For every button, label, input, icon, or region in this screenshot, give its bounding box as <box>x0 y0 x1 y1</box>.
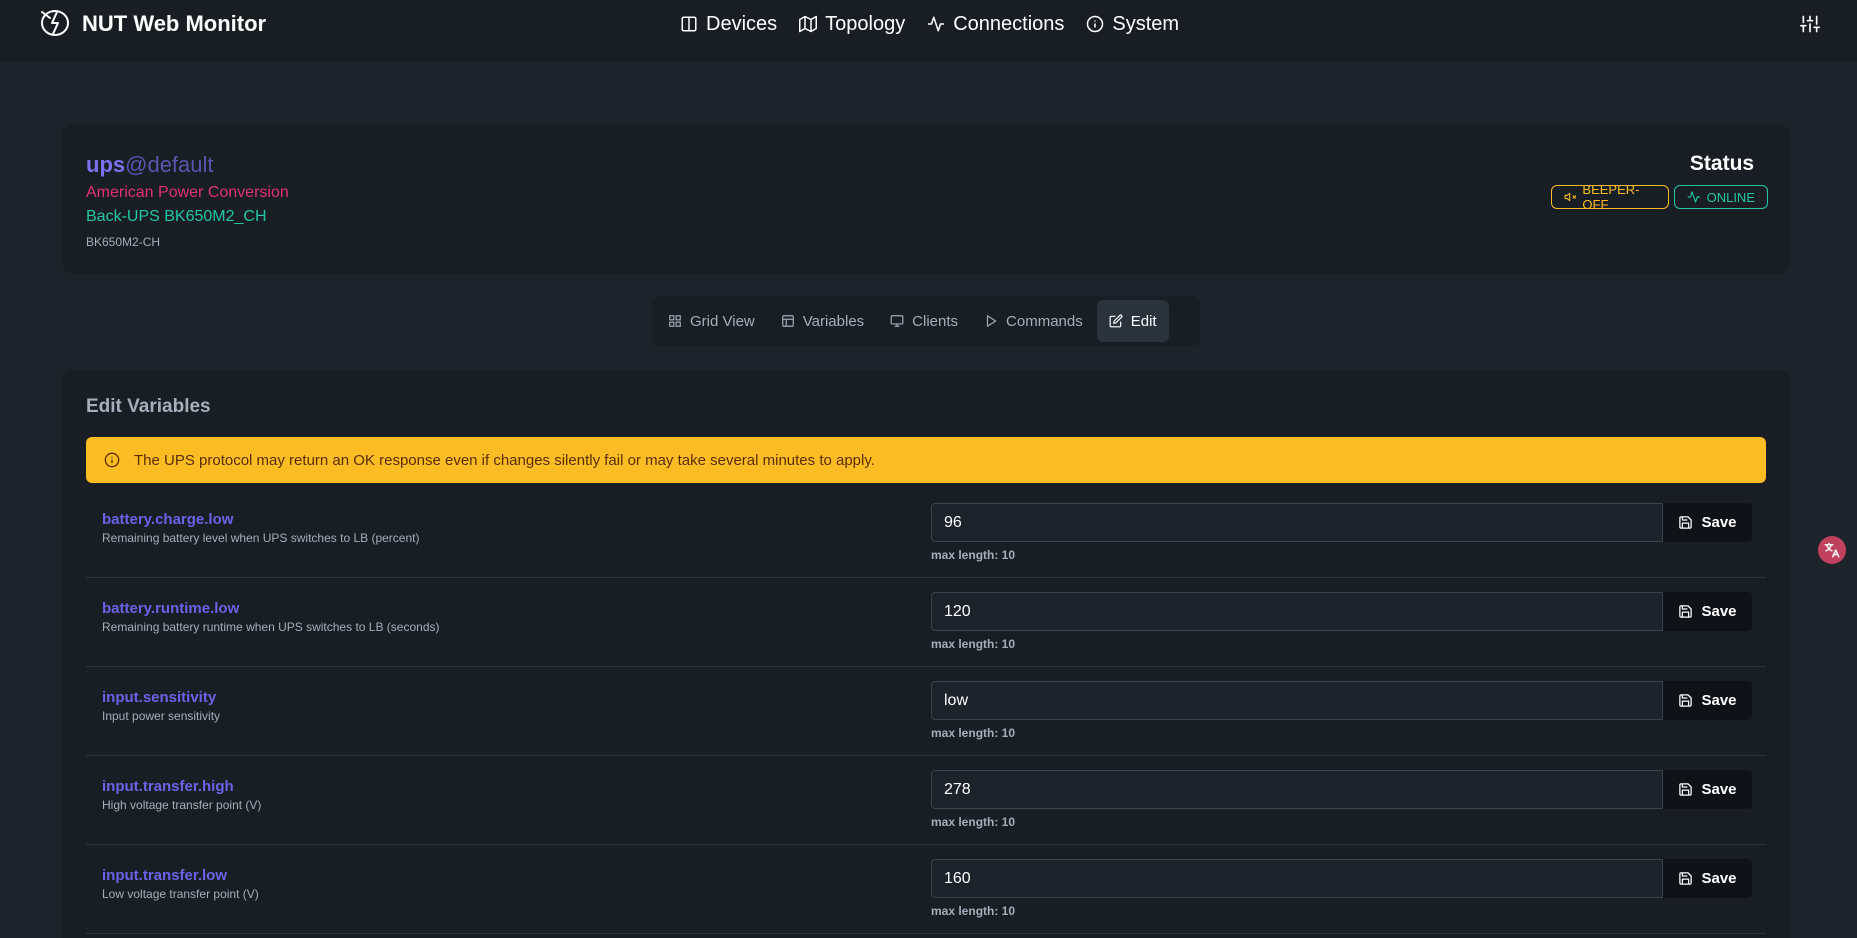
variable-max-length: max length: 10 <box>931 726 1016 740</box>
nav-system[interactable]: System <box>1086 13 1179 36</box>
status-badge-beeper: BEEPER-OFF <box>1551 182 1669 212</box>
variable-description: Remaining battery runtime when UPS switc… <box>102 620 440 634</box>
info-icon <box>104 452 120 468</box>
tab-variables-label: Variables <box>802 312 865 330</box>
activity-icon <box>1687 191 1701 203</box>
variable-row: battery.charge.low Remaining battery lev… <box>86 489 1766 578</box>
tab-clients[interactable]: Clients <box>878 300 970 342</box>
variable-value-input[interactable] <box>931 592 1663 631</box>
edit-icon <box>1109 314 1123 328</box>
navbar: NUT Web Monitor Devices Topology Connect… <box>0 0 1857 61</box>
nav-topology-label: Topology <box>825 12 906 35</box>
variable-row: input.transfer.low Low voltage transfer … <box>86 845 1766 934</box>
table-icon <box>781 315 794 327</box>
variable-value-input[interactable] <box>931 770 1663 809</box>
nav-topology[interactable]: Topology <box>799 13 905 36</box>
variable-name: input.transfer.low <box>102 867 228 884</box>
save-icon <box>1679 872 1693 885</box>
map-icon <box>799 15 818 33</box>
variable-name: input.sensitivity <box>102 689 217 706</box>
variable-max-length: max length: 10 <box>931 904 1016 918</box>
warning-alert: The UPS protocol may return an OK respon… <box>86 437 1766 483</box>
variable-name: battery.charge.low <box>102 511 234 528</box>
variable-value-input[interactable] <box>931 503 1663 542</box>
variable-description: Input power sensitivity <box>102 709 221 723</box>
save-button[interactable]: Save <box>1663 681 1752 720</box>
save-icon <box>1679 694 1693 707</box>
translate-button[interactable] <box>1818 536 1846 564</box>
activity-icon <box>927 16 945 32</box>
save-button[interactable]: Save <box>1663 770 1752 809</box>
columns-icon <box>681 16 697 32</box>
tab-variables[interactable]: Variables <box>769 300 876 342</box>
variable-value-input[interactable] <box>931 681 1663 720</box>
tab-commands[interactable]: Commands <box>972 300 1095 342</box>
edit-title: Edit Variables <box>86 396 211 417</box>
variable-row: battery.runtime.low Remaining battery ru… <box>86 578 1766 667</box>
save-button[interactable]: Save <box>1663 859 1752 898</box>
device-card: ups@default American Power Conversion Ba… <box>62 124 1790 274</box>
status-badge-online-label: ONLINE <box>1706 189 1755 205</box>
variable-row: input.transfer.high High voltage transfe… <box>86 756 1766 845</box>
device-id: ups <box>86 152 126 177</box>
variable-name: input.transfer.high <box>102 778 234 795</box>
brand-title: NUT Web Monitor <box>82 11 267 36</box>
nav-connections-label: Connections <box>953 12 1065 35</box>
status-badge-online: ONLINE <box>1674 185 1768 209</box>
save-button-label: Save <box>1701 692 1737 709</box>
device-model: Back-UPS BK650M2_CH <box>86 208 267 225</box>
settings-button[interactable] <box>1798 12 1822 36</box>
save-button[interactable]: Save <box>1663 503 1752 542</box>
save-button[interactable]: Save <box>1663 592 1752 631</box>
translate-icon <box>1824 542 1840 558</box>
variable-max-length: max length: 10 <box>931 815 1016 829</box>
device-manufacturer: American Power Conversion <box>86 184 289 201</box>
tab-commands-label: Commands <box>1006 312 1083 330</box>
variable-name: battery.runtime.low <box>102 600 240 617</box>
save-icon <box>1679 783 1693 796</box>
status-badges: BEEPER-OFF ONLINE <box>1551 182 1768 212</box>
tab-edit-label: Edit <box>1130 312 1157 330</box>
save-button-label: Save <box>1701 781 1737 798</box>
device-name: ups@default <box>86 152 214 178</box>
save-button-label: Save <box>1701 870 1737 887</box>
status-title: Status <box>1689 152 1755 175</box>
edit-variables-card: Edit Variables The UPS protocol may retu… <box>62 369 1790 938</box>
save-icon <box>1679 605 1693 618</box>
play-icon <box>986 315 997 327</box>
device-host: @default <box>125 152 214 177</box>
grid-icon <box>669 315 681 327</box>
info-icon <box>1087 15 1104 33</box>
tab-clients-label: Clients <box>912 312 959 330</box>
monitor-icon <box>890 315 904 327</box>
view-tabs: Grid View Variables Clients Commands Edi… <box>652 296 1200 346</box>
nav-connections[interactable]: Connections <box>927 13 1064 36</box>
volume-mute-icon <box>1564 192 1577 202</box>
save-button-label: Save <box>1701 514 1737 531</box>
variable-value-input[interactable] <box>931 859 1663 898</box>
device-serial: BK650M2-CH <box>86 235 161 249</box>
nav-devices[interactable]: Devices <box>680 13 777 36</box>
variable-description: Low voltage transfer point (V) <box>102 887 259 901</box>
logo-icon <box>38 6 72 43</box>
variable-description: High voltage transfer point (V) <box>102 798 262 812</box>
sliders-icon <box>1800 15 1820 33</box>
nav-system-label: System <box>1112 12 1180 35</box>
save-icon <box>1679 516 1693 529</box>
status-badge-beeper-label: BEEPER-OFF <box>1582 182 1640 212</box>
variable-description: Remaining battery level when UPS switche… <box>102 531 420 545</box>
tab-edit[interactable]: Edit <box>1096 300 1169 342</box>
variable-row: input.sensitivity Input power sensitivit… <box>86 667 1766 756</box>
tab-grid-view[interactable]: Grid View <box>656 300 767 342</box>
variable-max-length: max length: 10 <box>931 637 1016 651</box>
variable-max-length: max length: 10 <box>931 548 1016 562</box>
brand[interactable]: NUT Web Monitor <box>38 8 266 40</box>
save-button-label: Save <box>1701 603 1737 620</box>
warning-alert-text: The UPS protocol may return an OK respon… <box>134 451 875 469</box>
nav-devices-label: Devices <box>706 12 778 35</box>
nav-links: Devices Topology Connections System <box>680 8 1179 40</box>
tab-grid-view-label: Grid View <box>690 312 755 330</box>
